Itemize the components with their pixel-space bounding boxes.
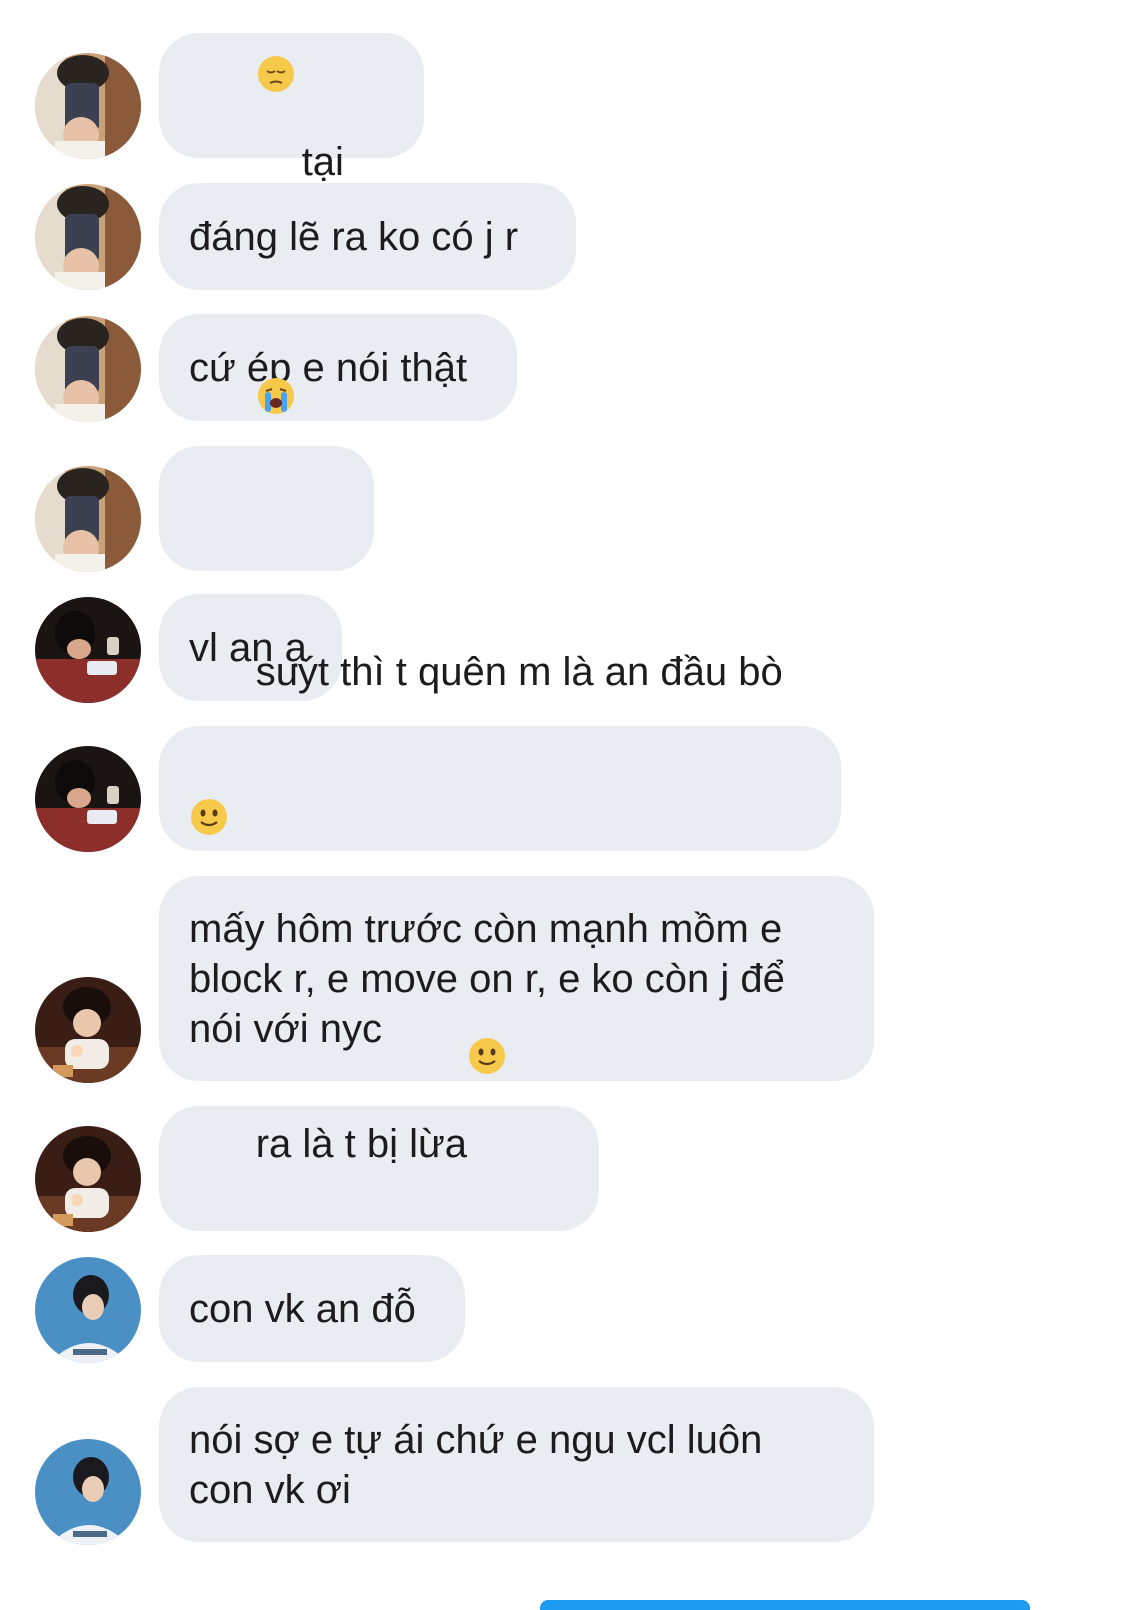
message-text: nói sợ e tự ái chứ e ngu vcl luôn con vk… xyxy=(189,1417,774,1512)
avatar[interactable] xyxy=(35,746,141,852)
loudly-crying-face-icon xyxy=(256,276,296,414)
message-bubble[interactable] xyxy=(159,377,374,647)
message-bubble[interactable]: nói sợ e tự ái chứ e ngu vcl luôn con vk… xyxy=(159,1387,874,1542)
avatar[interactable] xyxy=(35,466,141,572)
avatar[interactable] xyxy=(35,1257,141,1363)
loudly-crying-face-icon xyxy=(242,509,282,647)
avatar[interactable] xyxy=(35,1439,141,1545)
avatar[interactable] xyxy=(35,977,141,1083)
avatar[interactable] xyxy=(35,53,141,159)
scroll-indicator xyxy=(540,1600,1030,1610)
message-bubble[interactable]: ra là t bị lừa xyxy=(159,1037,599,1307)
message-bubble[interactable]: tại mn á xyxy=(159,33,424,234)
message-text: suýt thì t quên m là an đầu bò xyxy=(255,650,783,694)
avatar[interactable] xyxy=(35,597,141,703)
slightly-smiling-face-icon xyxy=(467,936,507,1074)
avatar[interactable] xyxy=(35,316,141,422)
message-text: con vk an đỗ xyxy=(189,1286,416,1331)
slightly-smiling-face-icon xyxy=(242,1169,282,1307)
avatar[interactable] xyxy=(35,184,141,290)
message-text: ra là t bị lừa xyxy=(255,1121,467,1166)
slightly-smiling-face-icon xyxy=(189,1169,229,1307)
avatar[interactable] xyxy=(35,1126,141,1232)
slightly-smiling-face-icon xyxy=(189,697,229,835)
message-bubble[interactable]: suýt thì t quên m là an đầu bò xyxy=(159,650,841,851)
message-bubble[interactable]: con vk an đỗ xyxy=(159,1255,465,1362)
loudly-crying-face-icon xyxy=(189,509,229,647)
